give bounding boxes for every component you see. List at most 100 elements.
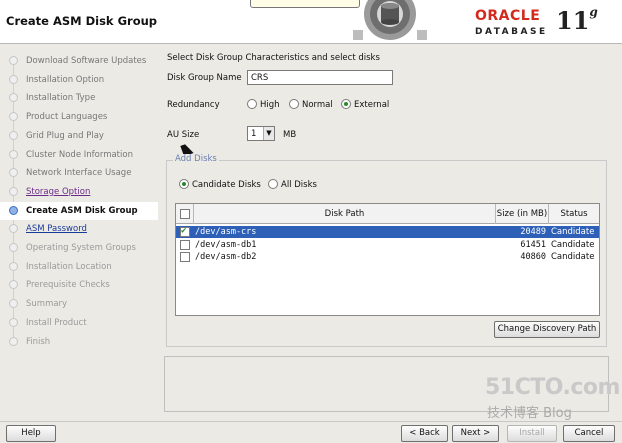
watermark-blog: 技术博客 Blog	[487, 406, 572, 421]
all-disks-label: All Disks	[281, 180, 317, 190]
redundancy-external-radio[interactable]	[341, 99, 351, 109]
footer-divider	[0, 421, 622, 422]
nav-step-label: Installation Location	[26, 261, 112, 272]
next-button[interactable]: Next >	[452, 425, 499, 442]
disk-size-cell: 40860	[520, 252, 546, 262]
select-all-header[interactable]	[176, 204, 194, 224]
step-status-icon	[9, 186, 18, 196]
redundancy-high-label: High	[260, 100, 280, 110]
step-status-icon	[9, 56, 18, 65]
redundancy-normal-radio[interactable]	[289, 99, 299, 109]
disk-size-cell: 20489	[520, 227, 546, 237]
back-button[interactable]: < Back	[401, 425, 448, 442]
redundancy-external-label: External	[354, 100, 390, 110]
redundancy-high-radio[interactable]	[247, 99, 257, 109]
nav-step-label: Installation Type	[26, 93, 96, 104]
nav-step-item: Installation Type	[0, 89, 158, 107]
disk-path-cell: /dev/asm-db1	[195, 239, 257, 250]
step-status-icon	[9, 336, 18, 346]
nav-step-label: Product Languages	[26, 112, 108, 123]
nav-step-item: Install Product	[0, 314, 158, 332]
all-disks-radio[interactable]	[268, 179, 278, 189]
column-size[interactable]: Size (in MB)	[496, 204, 549, 224]
table-row[interactable]: /dev/asm-db2 40860 Candidate	[176, 251, 599, 263]
nav-step-label: Summary	[26, 299, 68, 310]
step-status-icon	[9, 130, 18, 140]
nav-step-item: Operating System Groups	[0, 239, 158, 257]
nav-step-label: Download Software Updates	[26, 56, 147, 66]
help-button[interactable]: Help	[6, 425, 56, 442]
page-title: Create ASM Disk Group	[6, 14, 158, 28]
nav-step-label: Cluster Node Information	[26, 149, 133, 160]
table-row[interactable]: /dev/asm-crs 20489 Candidate	[176, 226, 599, 238]
cancel-button[interactable]: Cancel	[563, 425, 615, 442]
redundancy-normal-label: Normal	[302, 100, 333, 110]
oracle-logo: ORACLE	[475, 8, 541, 24]
select-all-checkbox[interactable]	[180, 209, 190, 219]
step-status-icon	[9, 317, 18, 327]
nav-step-item[interactable]: Storage Option	[0, 183, 158, 201]
nav-step-item: Cluster Node Information	[0, 146, 158, 164]
nav-step-label: ASM Password	[26, 224, 87, 235]
watermark-logo: 51CTO.com	[485, 375, 620, 400]
disk-group-name-input[interactable]: CRS	[247, 70, 393, 85]
version-logo: 11g	[556, 5, 598, 35]
nav-step-item: Installation Location	[0, 258, 158, 276]
nav-step-label: Installation Option	[26, 74, 105, 85]
step-status-icon	[9, 168, 18, 178]
candidate-disks-radio[interactable]	[179, 179, 189, 189]
step-status-icon	[9, 224, 18, 234]
nav-step-item: Product Languages	[0, 108, 158, 126]
nav-step-label: Storage Option	[26, 186, 91, 197]
nav-step-item: Network Interface Usage	[0, 164, 158, 182]
nav-step-item[interactable]: ASM Password	[0, 220, 158, 238]
instruction-text: Select Disk Group Characteristics and se…	[167, 53, 380, 63]
column-status[interactable]: Status	[549, 204, 599, 224]
table-header: Disk Path Size (in MB) Status	[176, 204, 599, 224]
au-size-unit: MB	[283, 130, 297, 140]
nav-step-item[interactable]: Create ASM Disk Group	[0, 201, 158, 220]
version-number: 11	[556, 6, 590, 35]
nav-step-item: Grid Plug and Play	[0, 127, 158, 145]
disk-checkbox[interactable]	[180, 252, 190, 262]
nav-step-label: Grid Plug and Play	[26, 130, 104, 141]
disk-checkbox[interactable]	[180, 239, 190, 250]
step-status-icon	[9, 112, 18, 122]
nav-step-label: Prerequisite Checks	[26, 280, 110, 291]
step-status-icon	[9, 280, 18, 290]
chevron-down-icon: ▼	[263, 127, 274, 140]
gear-logo-icon	[353, 0, 427, 40]
disks-table: Disk Path Size (in MB) Status /dev/asm-c…	[175, 203, 600, 316]
table-row[interactable]: /dev/asm-db1 61451 Candidate	[176, 239, 599, 251]
installer-header: Create ASM Disk Group ORACLE DATABASE 11…	[0, 0, 622, 44]
step-status-icon	[9, 205, 18, 215]
disk-status-cell: Candidate	[551, 239, 595, 250]
disk-status-cell: Candidate	[551, 252, 595, 262]
disk-path-cell: /dev/asm-db2	[195, 252, 257, 262]
add-disks-legend: Add Disks	[173, 154, 219, 164]
disk-path-cell: /dev/asm-crs	[195, 227, 257, 237]
au-size-label: AU Size	[167, 130, 200, 140]
version-suffix: g	[589, 5, 598, 19]
step-status-icon	[9, 74, 18, 84]
nav-step-label: Finish	[26, 336, 51, 347]
disk-size-cell: 61451	[520, 239, 546, 250]
candidate-disks-label: Candidate Disks	[192, 180, 261, 190]
step-status-icon	[9, 261, 18, 271]
disk-checkbox[interactable]	[180, 226, 190, 237]
install-button[interactable]: Install	[507, 425, 557, 442]
column-disk-path[interactable]: Disk Path	[194, 204, 496, 224]
change-discovery-path-button[interactable]: Change Discovery Path	[494, 321, 600, 338]
nav-step-item: Finish	[0, 333, 158, 351]
wizard-steps: Download Software Updates Installation Op…	[0, 52, 158, 352]
nav-step-label: Install Product	[26, 317, 87, 328]
au-size-select[interactable]: 1 ▼	[247, 126, 275, 141]
nav-step-label: Network Interface Usage	[26, 168, 132, 179]
redundancy-label: Redundancy	[167, 100, 220, 110]
step-status-icon	[9, 243, 18, 252]
disk-group-name-label: Disk Group Name	[167, 73, 242, 83]
tooltip-fragment	[250, 0, 360, 8]
step-status-icon	[9, 149, 18, 159]
nav-step-label: Operating System Groups	[26, 243, 136, 253]
database-logo: DATABASE	[475, 27, 548, 37]
